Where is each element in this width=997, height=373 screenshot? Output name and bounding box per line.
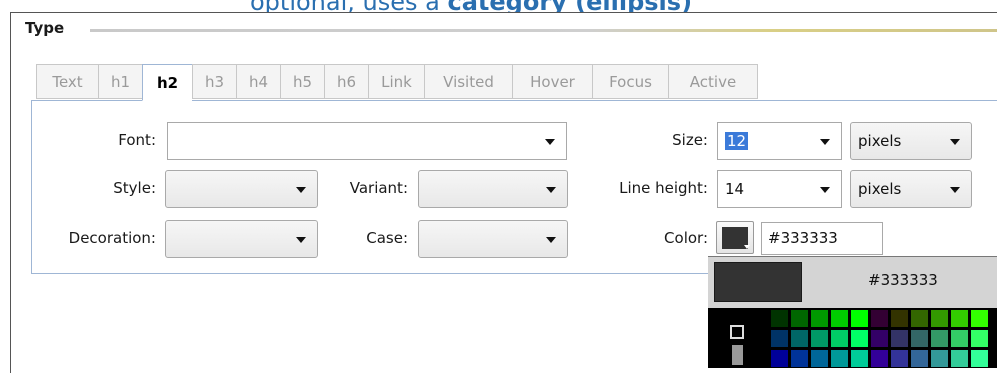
size-unit-value: pixels [858,132,902,150]
font-select[interactable] [167,122,567,160]
chevron-down-icon [950,187,960,193]
chevron-down-icon [545,139,555,145]
variant-label: Variant: [349,179,408,197]
line-height-select[interactable]: 14 [717,170,842,208]
palette-swatch[interactable] [791,330,808,347]
palette-swatch[interactable] [851,310,868,327]
font-label: Font: [118,131,156,149]
chevron-down-icon [820,139,830,145]
palette-swatch[interactable] [911,310,928,327]
size-select[interactable]: 12 [717,122,842,160]
case-select[interactable] [418,220,568,258]
line-height-label: Line height: [619,179,708,197]
palette-swatch[interactable] [831,330,848,347]
color-hex-input[interactable]: #333333 [761,222,883,255]
palette-swatch[interactable] [971,350,988,367]
decoration-label: Decoration: [68,229,156,247]
tab-link[interactable]: Link [368,64,424,99]
line-height-unit-value: pixels [858,180,902,198]
palette-swatch[interactable] [931,310,948,327]
color-picker-hex: #333333 [868,271,938,289]
color-label: Color: [664,229,708,247]
color-preview [714,262,802,302]
chevron-down-icon [296,237,306,243]
chevron-down-icon [820,187,830,193]
palette-swatch[interactable] [871,350,888,367]
size-value: 12 [725,132,749,150]
chevron-down-icon [950,139,960,145]
palette-swatch[interactable] [951,310,968,327]
palette-swatch[interactable] [891,310,908,327]
style-select[interactable] [165,170,318,208]
palette-swatch[interactable] [931,350,948,367]
tab-hover[interactable]: Hover [512,64,592,99]
palette-swatch[interactable] [831,350,848,367]
palette-swatch[interactable] [771,310,788,327]
tab-visited[interactable]: Visited [424,64,512,99]
palette-swatch[interactable] [771,330,788,347]
line-height-value: 14 [725,180,745,198]
style-label: Style: [113,179,156,197]
chevron-down-icon [546,187,556,193]
chevron-down-icon [296,187,306,193]
palette-swatch[interactable] [951,350,968,367]
tab-h5[interactable]: h5 [280,64,324,99]
custom-color-bar[interactable] [732,345,743,365]
tab-h6[interactable]: h6 [324,64,368,99]
tab-focus[interactable]: Focus [592,64,668,99]
tab-text[interactable]: Text [36,64,98,99]
palette-swatch[interactable] [971,330,988,347]
palette-swatch[interactable] [811,330,828,347]
palette-swatch[interactable] [871,310,888,327]
tab-bar: Text h1 h2 h3 h4 h5 h6 Link Visited Hove… [36,64,758,101]
color-swatch-button[interactable] [716,221,754,254]
palette-swatch[interactable] [871,330,888,347]
tab-h2[interactable]: h2 [142,64,192,101]
palette-swatch[interactable] [831,310,848,327]
palette-swatch[interactable] [891,350,908,367]
chevron-down-icon [744,245,750,249]
eyedropper-icon[interactable] [730,325,744,339]
palette-swatch[interactable] [911,330,928,347]
chevron-down-icon [546,237,556,243]
palette-swatch[interactable] [951,330,968,347]
section-divider [90,29,997,32]
palette-swatch[interactable] [811,310,828,327]
decoration-select[interactable] [165,220,318,258]
page-heading-cropped: optional, uses a category (ellipsis) [0,0,997,12]
tab-active[interactable]: Active [668,64,758,99]
section-title: Type [25,19,75,37]
size-unit-select[interactable]: pixels [850,122,972,160]
palette-swatch[interactable] [811,350,828,367]
palette-swatch[interactable] [891,330,908,347]
size-label: Size: [672,131,708,149]
tab-h1[interactable]: h1 [98,64,142,99]
palette-swatch[interactable] [851,330,868,347]
palette-swatch[interactable] [771,350,788,367]
tab-h4[interactable]: h4 [236,64,280,99]
palette-swatch[interactable] [851,350,868,367]
palette-swatch[interactable] [791,310,808,327]
line-height-unit-select[interactable]: pixels [850,170,972,208]
case-label: Case: [366,229,408,247]
variant-select[interactable] [418,170,568,208]
palette-swatch[interactable] [971,310,988,327]
palette-swatch[interactable] [931,330,948,347]
palette-swatch[interactable] [911,350,928,367]
color-palette-grid [708,308,997,368]
tab-h3[interactable]: h3 [192,64,236,99]
palette-swatch[interactable] [791,350,808,367]
